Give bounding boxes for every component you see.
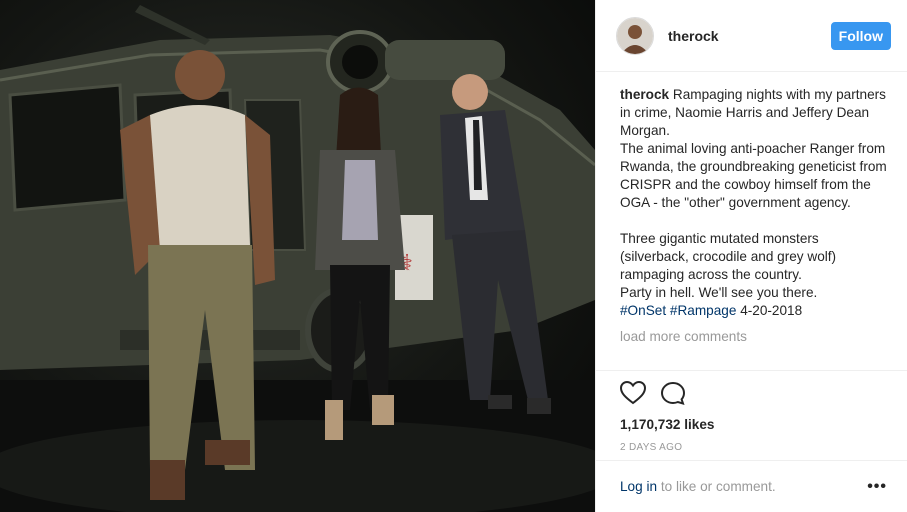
load-more-comments[interactable]: load more comments bbox=[620, 328, 889, 346]
heart-icon[interactable] bbox=[619, 380, 647, 407]
avatar-image bbox=[617, 17, 653, 54]
actions-section: 1,170,732 likes 2 DAYS AGO bbox=[596, 370, 907, 453]
caption: therock Rampaging nights with my partner… bbox=[596, 72, 907, 346]
post-header: therock Follow bbox=[596, 0, 907, 72]
more-options-icon[interactable]: ••• bbox=[867, 478, 887, 496]
footer-text: to like or comment. bbox=[660, 479, 776, 494]
hashtag-onset[interactable]: #OnSet bbox=[620, 303, 666, 318]
action-icons bbox=[619, 371, 883, 407]
comment-footer: Log in to like or comment. ••• bbox=[596, 460, 907, 512]
avatar[interactable] bbox=[616, 16, 654, 55]
comment-icon[interactable] bbox=[660, 381, 686, 407]
likes-count[interactable]: 1,170,732 likes bbox=[620, 417, 883, 432]
post-photo[interactable]: ⚕ bbox=[0, 0, 595, 512]
caption-date: 4-20-2018 bbox=[740, 303, 803, 318]
timestamp[interactable]: 2 DAYS AGO bbox=[620, 442, 883, 453]
caption-text: therock Rampaging nights with my partner… bbox=[620, 86, 889, 320]
follow-button[interactable]: Follow bbox=[830, 21, 891, 50]
instagram-post: ⚕ therock Follow therock Rampaging night… bbox=[0, 0, 907, 512]
login-link[interactable]: Log in bbox=[620, 479, 657, 494]
caption-body: Rampaging nights with my partners in cri… bbox=[620, 87, 887, 300]
caption-username[interactable]: therock bbox=[620, 87, 669, 102]
post-sidebar: therock Follow therock Rampaging nights … bbox=[595, 0, 907, 512]
header-username[interactable]: therock bbox=[668, 28, 831, 44]
post-image-helicopter-cast: ⚕ bbox=[0, 5, 595, 512]
hashtag-rampage[interactable]: #Rampage bbox=[670, 303, 737, 318]
